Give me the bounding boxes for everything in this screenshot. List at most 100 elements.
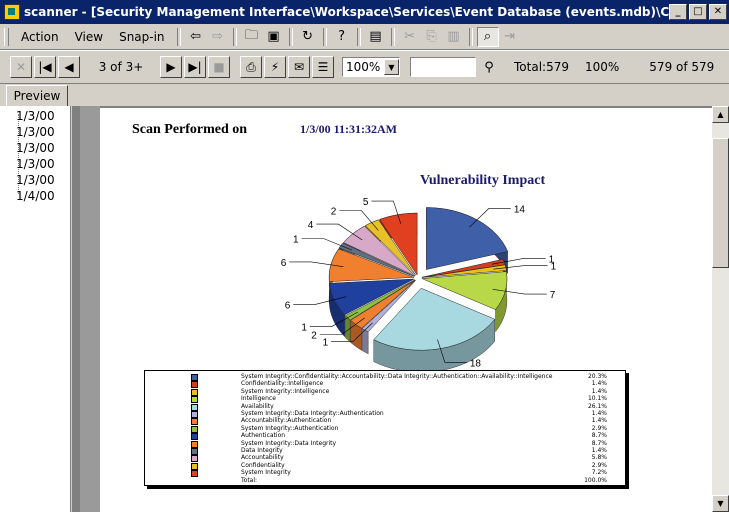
legend-row: System Integrity::Confidentiality::Accou…	[145, 373, 625, 381]
legend-value: 1.4%	[591, 387, 607, 395]
page-margin	[80, 106, 100, 512]
first-page-icon[interactable]: |◀	[34, 56, 56, 78]
report-toolbar: ✕ |◀ ◀ 3 of 3+ ▶ ▶| ■ ⎙ ⚡ ✉ ☰ 100% ▼ ⚲ T…	[0, 50, 729, 84]
show-hide-tree-icon[interactable]: ▣	[263, 27, 285, 47]
zoom-select[interactable]: 100% ▼	[342, 57, 400, 77]
total-records: Total:579	[514, 60, 569, 74]
legend-value: 1.4%	[591, 447, 607, 454]
menu-action[interactable]: Action	[13, 30, 67, 44]
slice-label: 1	[323, 337, 329, 348]
chart-title: Vulnerability Impact	[420, 173, 546, 188]
zoom-value: 100%	[346, 60, 381, 74]
slice-label: 6	[281, 258, 287, 269]
legend-label: System Integrity::Intelligence	[241, 387, 330, 395]
legend-label: System Integrity::Data Integrity::Authen…	[241, 410, 384, 417]
slice-label: 2	[331, 207, 337, 218]
properties-icon[interactable]: ▤	[365, 27, 387, 47]
scroll-thumb[interactable]	[712, 138, 729, 268]
app-icon[interactable]	[4, 4, 20, 20]
close-icon[interactable]: ✕	[709, 4, 727, 20]
legend-row: System Integrity::Data Integrity::Authen…	[145, 410, 625, 418]
percent-read: 100%	[584, 60, 620, 74]
tree-item[interactable]: 1/3/00	[16, 108, 55, 124]
toolbar-grip[interactable]	[4, 27, 9, 46]
group-tree: 1/3/00 1/3/00 1/3/00 1/3/00 1/3/00 1/4/0…	[0, 106, 71, 512]
legend-label: Availability	[241, 402, 274, 410]
legend-row: Availability 26.1%	[145, 402, 625, 411]
tree-item[interactable]: 1/4/00	[16, 188, 55, 204]
export-list-icon[interactable]: ⇥	[499, 27, 521, 47]
tree-item[interactable]: 1/3/00	[16, 140, 55, 156]
tree-item[interactable]: 1/3/00	[16, 124, 55, 140]
up-folder-icon[interactable]: 🗀	[241, 27, 263, 47]
search-input[interactable]	[410, 57, 476, 77]
next-page-icon[interactable]: ▶	[160, 56, 182, 78]
legend-value: 20.3%	[587, 373, 607, 380]
legend-label: Intelligence	[241, 395, 276, 403]
chevron-down-icon[interactable]: ▼	[384, 59, 399, 75]
refresh-data-icon[interactable]: ⚡	[264, 56, 286, 78]
copy-icon[interactable]: ⎘	[421, 27, 443, 47]
pie-slice	[426, 207, 508, 270]
print-icon[interactable]: ⎙	[240, 56, 262, 78]
last-page-icon[interactable]: ▶|	[184, 56, 206, 78]
legend-value: 8.7%	[591, 439, 607, 447]
scroll-up-icon[interactable]: ▲	[712, 106, 729, 123]
prev-page-icon[interactable]: ◀	[58, 56, 80, 78]
cut-icon[interactable]: ✂	[399, 27, 421, 47]
legend-value: 1.4%	[591, 417, 607, 425]
slice-label: 18	[470, 358, 482, 369]
legend-row: Data Integrity 1.4%	[145, 447, 625, 455]
maximize-icon[interactable]: □	[689, 4, 707, 20]
legend-value: 1.4%	[591, 380, 607, 388]
tab-row: Preview	[0, 83, 729, 107]
slice-label: 1	[551, 261, 557, 272]
legend-value: 7.2%	[591, 469, 607, 477]
menu-toolbar: Action View Snap-in ⇦ ⇨ 🗀 ▣ ↻ ? ▤ ✂ ⎘ ▥ …	[0, 24, 729, 50]
tree-item[interactable]: 1/3/00	[16, 156, 55, 172]
scroll-down-icon[interactable]: ▼	[712, 495, 729, 512]
back-arrow-icon[interactable]: ⇦	[185, 27, 207, 47]
legend-value: 10.1%	[587, 395, 607, 403]
find-icon[interactable]: ⌕	[476, 26, 499, 47]
separator	[288, 27, 293, 46]
help-icon[interactable]: ?	[331, 27, 353, 47]
separator	[356, 27, 361, 46]
legend-label: System Integrity	[241, 469, 291, 477]
scan-label: Scan Performed on	[132, 122, 248, 137]
tab-preview[interactable]: Preview	[6, 85, 68, 107]
binoculars-icon[interactable]: ⚲	[478, 57, 500, 77]
export-icon[interactable]: ✉	[288, 56, 310, 78]
legend-label: Authentication	[241, 432, 286, 440]
report-page: Scan Performed on 1/3/00 11:31:32AM Vuln…	[100, 108, 712, 512]
stop-icon[interactable]: ■	[208, 56, 230, 78]
legend-label: Accountability	[241, 454, 284, 462]
slice-label: 7	[550, 290, 556, 301]
toggle-tree-icon[interactable]: ☰	[312, 56, 334, 78]
legend-row: System Integrity::Authentication 2.9%	[145, 424, 625, 433]
title-bar: scanner - [Security Management Interface…	[0, 0, 729, 24]
close-report-icon[interactable]: ✕	[10, 56, 32, 78]
records-count: 579 of 579	[649, 60, 715, 74]
legend-label: Confidentiality	[241, 461, 285, 469]
legend-value: 8.7%	[591, 432, 607, 440]
legend-row: System Integrity::Data Integrity 8.7%	[145, 439, 625, 448]
legend-row: Accountability::Authentication 1.4%	[145, 417, 625, 426]
paste-icon[interactable]: ▥	[443, 27, 465, 47]
slice-label: 1	[293, 235, 299, 246]
refresh-icon[interactable]: ↻	[297, 27, 319, 47]
scan-datetime: 1/3/00 11:31:32AM	[300, 122, 397, 136]
slice-label: 2	[311, 330, 317, 341]
legend-row: System Integrity 7.2%	[145, 469, 625, 478]
forward-arrow-icon[interactable]: ⇨	[207, 27, 229, 47]
separator	[468, 27, 473, 46]
page-indicator: 3 of 3+	[98, 60, 144, 74]
separator	[390, 27, 395, 46]
menu-snap-in[interactable]: Snap-in	[111, 30, 172, 44]
slice-label: 5	[363, 197, 369, 208]
minimize-icon[interactable]: _	[669, 4, 687, 20]
legend-label: System Integrity::Authentication	[241, 424, 339, 432]
tree-item[interactable]: 1/3/00	[16, 172, 55, 188]
menu-view[interactable]: View	[67, 30, 111, 44]
vertical-scrollbar[interactable]: ▲ ▼	[712, 106, 729, 512]
